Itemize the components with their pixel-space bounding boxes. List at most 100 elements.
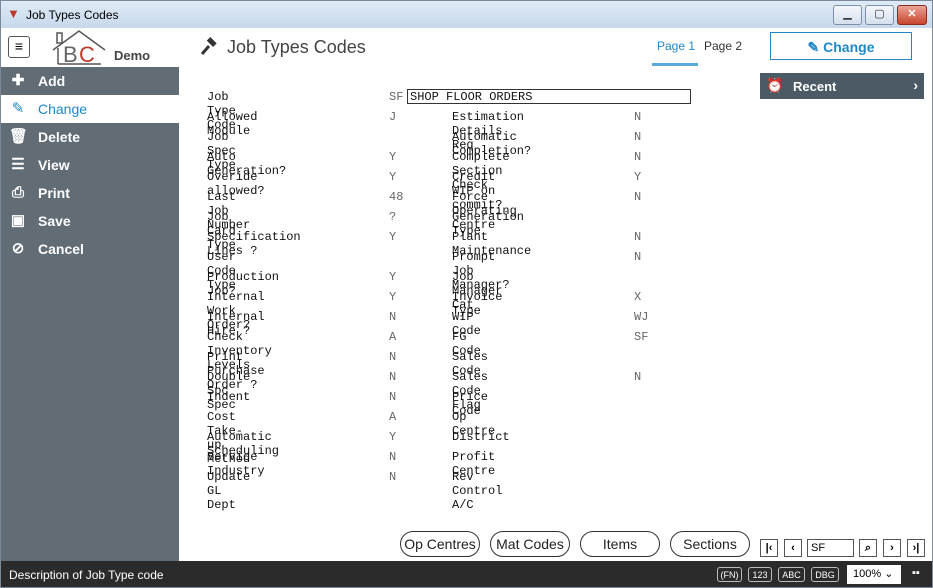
field-value[interactable]: Y: [389, 230, 396, 244]
floppy-icon: ▣: [10, 212, 26, 229]
pencil-icon: ✎: [807, 39, 820, 55]
plus-icon: ✚: [11, 72, 25, 89]
previous-record-button[interactable]: ‹: [784, 539, 802, 557]
field-value[interactable]: J: [389, 110, 396, 124]
field-value[interactable]: X: [634, 290, 641, 304]
application-window: ▼ Job Types Codes ▁ ▢ ✕ ≡ B C Demo Job T…: [0, 0, 933, 588]
next-record-button[interactable]: ›: [883, 539, 901, 557]
change-action-button[interactable]: ✎ Change: [770, 32, 912, 60]
field-value[interactable]: N: [634, 250, 641, 264]
sidebar-item-print[interactable]: ⎙ Print: [1, 179, 179, 207]
active-tab-indicator: [652, 63, 698, 66]
bc-logo: B C: [52, 30, 106, 66]
caps-indicator[interactable]: ABC: [778, 567, 805, 582]
hammer-icon: [200, 37, 217, 55]
logo-text-c: C: [79, 42, 95, 66]
window-title: Job Types Codes: [26, 8, 119, 22]
recent-label: Recent: [793, 79, 837, 94]
recent-panel-button[interactable]: ⏰ Recent ›: [760, 73, 924, 99]
close-button[interactable]: ✕: [897, 5, 927, 25]
grid-icon[interactable]: ▪▪: [912, 567, 920, 579]
debug-indicator[interactable]: DBG: [811, 567, 839, 582]
field-label: District: [452, 430, 510, 444]
items-button[interactable]: Items: [580, 531, 660, 557]
field-value[interactable]: Y: [389, 170, 396, 184]
logo-subtitle: Demo: [114, 48, 151, 63]
field-value[interactable]: N: [634, 190, 641, 204]
field-value[interactable]: N: [389, 450, 396, 464]
header: ≡ B C Demo Job Types Codes Page 1 Page 2…: [1, 28, 932, 67]
field-value[interactable]: N: [389, 310, 396, 324]
status-bar: Description of Job Type code (FN) 123 AB…: [1, 561, 932, 587]
sidebar-item-cancel[interactable]: ⊘ Cancel: [1, 235, 179, 263]
field-value[interactable]: Y: [389, 430, 396, 444]
field-value[interactable]: N: [389, 370, 396, 384]
field-value[interactable]: N: [389, 350, 396, 364]
logo-text-b: B: [63, 42, 78, 66]
field-value[interactable]: Y: [634, 170, 641, 184]
field-value[interactable]: N: [389, 390, 396, 404]
maximize-button[interactable]: ▢: [865, 5, 894, 25]
field-value[interactable]: N: [634, 230, 641, 244]
change-action-label: Change: [823, 39, 875, 55]
sidebar-item-label: Save: [38, 213, 71, 229]
alarm-clock-icon: ⏰: [766, 77, 784, 93]
trash-icon: 🗑: [9, 128, 29, 145]
list-icon: ☰: [11, 156, 25, 173]
zoom-select[interactable]: 100% ⌄: [847, 565, 901, 584]
field-value[interactable]: N: [634, 150, 641, 164]
field-value[interactable]: Y: [389, 150, 396, 164]
sidebar-item-change[interactable]: ✎ Change: [1, 95, 179, 123]
hamburger-menu-button[interactable]: ≡: [8, 36, 30, 58]
field-value[interactable]: N: [634, 130, 641, 144]
field-value[interactable]: N: [389, 470, 396, 484]
tab-page-1[interactable]: Page 1: [657, 39, 695, 53]
fn-indicator[interactable]: (FN): [717, 567, 742, 582]
page-title: Job Types Codes: [227, 37, 366, 57]
sidebar: ✚ Add ✎ Change 🗑 Delete ☰ View ⎙ Print ▣…: [1, 67, 179, 561]
field-value[interactable]: 48: [389, 190, 403, 204]
sidebar-item-label: Delete: [38, 129, 81, 145]
zoom-value: 100%: [853, 568, 882, 580]
mat-codes-button[interactable]: Mat Codes: [490, 531, 570, 557]
printer-icon: ⎙: [11, 184, 24, 201]
op-centres-button[interactable]: Op Centres: [400, 531, 480, 557]
chevron-right-icon: ›: [913, 77, 918, 93]
app-icon: ▼: [7, 6, 20, 21]
job-type-code-value[interactable]: SF: [389, 90, 403, 104]
sidebar-item-view[interactable]: ☰ View: [1, 151, 179, 179]
field-description: Description of Job Type code: [9, 568, 164, 582]
field-value[interactable]: N: [634, 110, 641, 124]
field-value[interactable]: SF: [634, 330, 648, 344]
pencil-icon: ✎: [11, 100, 25, 117]
field-value[interactable]: Y: [389, 290, 396, 304]
first-record-button[interactable]: |‹: [760, 539, 778, 557]
numeric-indicator[interactable]: 123: [748, 567, 772, 582]
tab-page-2[interactable]: Page 2: [704, 39, 742, 53]
sections-button[interactable]: Sections: [670, 531, 750, 557]
record-navigator-input[interactable]: SF: [807, 539, 854, 557]
chevron-down-icon: ⌄: [884, 568, 894, 580]
field-value[interactable]: ?: [389, 210, 396, 224]
sidebar-item-delete[interactable]: 🗑 Delete: [1, 123, 179, 151]
title-bar: ▼ Job Types Codes ▁ ▢ ✕: [1, 1, 932, 28]
job-type-description-input[interactable]: SHOP FLOOR ORDERS: [407, 89, 691, 104]
sidebar-item-label: View: [38, 157, 70, 173]
sidebar-item-label: Print: [38, 185, 70, 201]
last-record-button[interactable]: ›|: [907, 539, 925, 557]
field-label: Rev Control A/C: [452, 470, 503, 512]
sidebar-item-label: Add: [38, 73, 66, 89]
ban-icon: ⊘: [11, 240, 25, 257]
sidebar-item-save[interactable]: ▣ Save: [1, 207, 179, 235]
sidebar-item-label: Cancel: [38, 241, 84, 257]
field-label: Update GL Dept: [207, 470, 251, 512]
minimize-button[interactable]: ▁: [833, 5, 862, 25]
search-icon[interactable]: ⌕: [859, 539, 877, 557]
field-value[interactable]: A: [389, 410, 396, 424]
field-value[interactable]: WJ: [634, 310, 648, 324]
field-value[interactable]: N: [634, 370, 641, 384]
sidebar-item-add[interactable]: ✚ Add: [1, 67, 179, 95]
field-value[interactable]: A: [389, 330, 396, 344]
field-value[interactable]: Y: [389, 270, 396, 284]
field-label: Indent: [207, 390, 251, 404]
